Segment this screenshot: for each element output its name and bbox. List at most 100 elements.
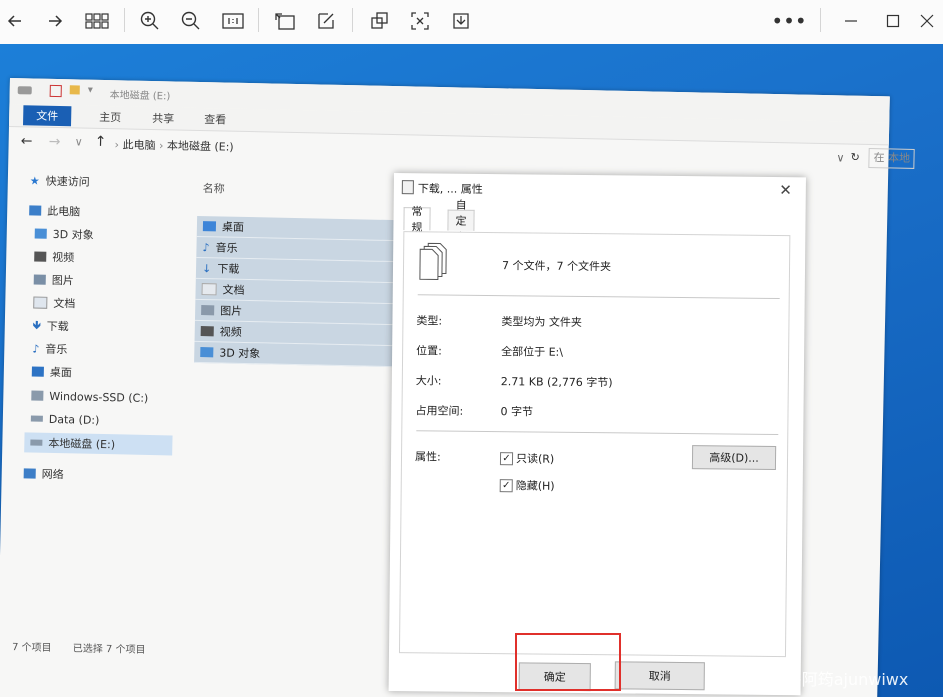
sidebar-item-drive-c[interactable]: Windows-SSD (C:) xyxy=(31,386,148,408)
forward-arrow-icon[interactable] xyxy=(40,6,70,36)
star-icon: ★ xyxy=(29,173,40,188)
breadcrumb-drive[interactable]: 本地磁盘 (E:) xyxy=(167,139,234,153)
document-icon xyxy=(201,283,217,296)
sidebar-item-label: 快速访问 xyxy=(45,174,90,189)
close-icon[interactable]: ✕ xyxy=(779,181,792,199)
watermark: CSDN @阿筠ajunwiwx xyxy=(735,670,909,689)
forward-icon[interactable]: → xyxy=(49,134,61,150)
crop-icon[interactable] xyxy=(364,6,394,36)
list-item-label: 文档 xyxy=(222,283,245,297)
back-icon[interactable]: ← xyxy=(21,133,33,149)
properties-icon[interactable] xyxy=(49,84,62,98)
sidebar-item-quick-access[interactable]: ★ 快速访问 xyxy=(30,170,90,191)
size-label: 大小: xyxy=(415,374,442,388)
ribbon-tab-view[interactable]: 查看 xyxy=(204,111,226,127)
list-item-label: 下载 xyxy=(217,262,240,276)
grid-icon[interactable] xyxy=(82,6,112,36)
sidebar-item-label: 本地磁盘 (E:) xyxy=(48,436,116,452)
dropdown-icon[interactable]: ▾ xyxy=(88,85,93,96)
size-value: 2.71 KB (2,776 字节) xyxy=(500,375,613,390)
status-selected-count: 已选择 7 个项目 xyxy=(72,643,146,656)
sidebar-item-documents[interactable]: 文档 xyxy=(33,293,75,314)
up-icon[interactable]: ↑ xyxy=(95,134,107,150)
disk-usage-label: 占用空间: xyxy=(415,404,464,418)
breadcrumb-pc[interactable]: 此电脑 xyxy=(122,138,155,152)
ribbon-tab-home[interactable]: 主页 xyxy=(99,109,121,125)
desktop-icon xyxy=(31,366,44,377)
image-viewer-toolbar: ••• xyxy=(0,0,943,45)
video-icon xyxy=(34,251,47,262)
sidebar-item-this-pc[interactable]: 此电脑 xyxy=(29,200,80,221)
sidebar-item-drive-e[interactable]: 本地磁盘 (E:) xyxy=(24,432,173,456)
ribbon-tab-share[interactable]: 共享 xyxy=(152,110,174,126)
picture-icon xyxy=(33,274,46,285)
music-note-icon: ♪ xyxy=(32,342,40,356)
rotate-icon[interactable] xyxy=(270,6,300,36)
folder-icon[interactable] xyxy=(69,85,80,95)
readonly-checkbox[interactable]: ✓ 只读(R) xyxy=(499,450,554,467)
hidden-label: 隐藏(H) xyxy=(515,479,555,493)
edit-icon[interactable] xyxy=(311,6,341,36)
general-panel: 7 个文件，7 个文件夹 类型: 类型均为 文件夹 位置: 全部位于 E:\ 大… xyxy=(398,231,791,658)
sidebar-item-downloads[interactable]: 🡻 下载 xyxy=(33,316,69,337)
navigation-pane: ★ 快速访问 此电脑 3D 对象 视频 图片 文档 🡻 下载 ♪ 音乐 桌面 W… xyxy=(0,158,183,632)
sidebar-item-3d-objects[interactable]: 3D 对象 xyxy=(34,224,94,245)
zoom-out-icon[interactable] xyxy=(176,6,206,36)
toolbar-separator xyxy=(352,8,353,32)
address-dropdown-icon[interactable]: ∨ xyxy=(836,151,844,164)
more-icon[interactable]: ••• xyxy=(771,6,806,36)
multiple-files-icon xyxy=(418,242,448,280)
zoom-in-icon[interactable] xyxy=(135,6,165,36)
sidebar-item-label: 3D 对象 xyxy=(52,227,94,242)
cancel-button[interactable]: 取消 xyxy=(614,661,705,691)
location-label: 位置: xyxy=(416,344,442,358)
download-arrow-icon: 🡻 xyxy=(32,318,41,332)
files-icon xyxy=(401,180,414,195)
actual-size-icon[interactable] xyxy=(218,6,248,36)
drive-icon xyxy=(30,415,43,422)
sidebar-item-pictures[interactable]: 图片 xyxy=(33,270,74,291)
save-icon[interactable] xyxy=(446,6,476,36)
fit-screen-icon[interactable] xyxy=(405,6,435,36)
sidebar-item-videos[interactable]: 视频 xyxy=(34,247,74,268)
window-title: 本地磁盘 (E:) xyxy=(109,90,171,103)
toolbar-separator xyxy=(820,8,821,32)
maximize-icon[interactable] xyxy=(878,6,908,36)
sidebar-item-label: Data (D:) xyxy=(48,412,100,427)
status-bar: 7 个项目 已选择 7 个项目 xyxy=(12,638,146,656)
back-arrow-icon[interactable] xyxy=(0,6,30,36)
sidebar-item-desktop[interactable]: 桌面 xyxy=(31,362,72,383)
type-label: 类型: xyxy=(416,314,443,328)
hidden-checkbox[interactable]: ✓ 隐藏(H) xyxy=(499,477,555,494)
properties-dialog: 下载, ... 属性 ✕ 常规 自定义 7 个文件，7 个文件夹 类型: 类型均… xyxy=(388,173,806,696)
sidebar-item-label: 桌面 xyxy=(49,365,72,380)
attributes-label: 属性: xyxy=(414,450,441,464)
sidebar-item-drive-d[interactable]: Data (D:) xyxy=(30,409,100,430)
sidebar-item-label: Windows-SSD (C:) xyxy=(49,389,149,405)
tab-general[interactable]: 常规 xyxy=(403,205,431,234)
advanced-button[interactable]: 高级(D)... xyxy=(691,445,777,471)
address-path[interactable]: › 此电脑 › 本地磁盘 (E:) xyxy=(114,136,233,154)
cube-icon xyxy=(34,228,47,239)
list-item-label: 桌面 xyxy=(221,220,245,234)
chevron-right-icon: › xyxy=(158,139,164,153)
sidebar-item-label: 网络 xyxy=(41,467,64,482)
list-item-label: 图片 xyxy=(220,304,243,318)
photo-of-screen: ▾ 本地磁盘 (E:) 文件 主页 共享 查看 ← → ∨ ↑ › 此电脑 › … xyxy=(0,44,943,697)
list-item[interactable]: 3D 对象 xyxy=(194,341,395,368)
sidebar-item-label: 图片 xyxy=(51,273,74,288)
drive-icon xyxy=(31,390,44,401)
column-header-name[interactable]: 名称 xyxy=(203,180,225,196)
sidebar-item-music[interactable]: ♪ 音乐 xyxy=(32,339,67,360)
close-icon[interactable] xyxy=(912,6,942,36)
search-input[interactable]: 在 本地 xyxy=(868,147,915,169)
refresh-icon[interactable]: ↻ xyxy=(850,151,859,164)
checkmark-icon: ✓ xyxy=(499,478,513,492)
recent-dropdown-icon[interactable]: ∨ xyxy=(75,135,83,148)
minimize-icon[interactable] xyxy=(836,6,866,36)
sidebar-item-network[interactable]: 网络 xyxy=(23,463,64,484)
list-item-label: 音乐 xyxy=(215,241,238,255)
tab-customize[interactable]: 自定义 xyxy=(447,199,475,244)
ribbon-tab-file[interactable]: 文件 xyxy=(23,105,72,127)
disk-usage-value: 0 字节 xyxy=(500,405,534,419)
